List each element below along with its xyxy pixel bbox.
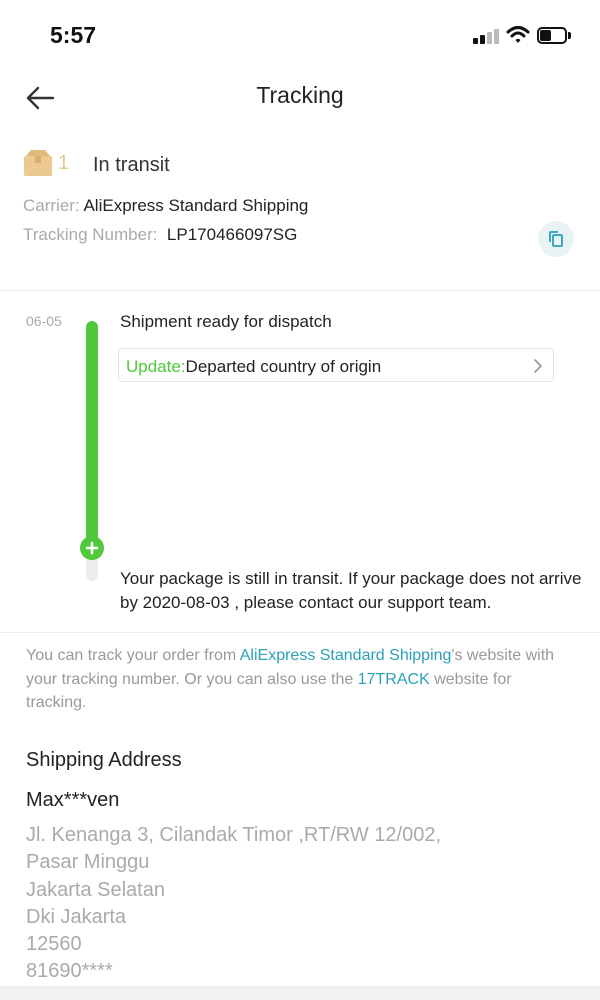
divider (0, 632, 600, 633)
shipment-status: In transit (93, 154, 170, 176)
address-line: 12560 (26, 933, 82, 956)
bottom-bar (0, 986, 600, 1000)
progress-marker (80, 536, 104, 560)
carrier-website-link[interactable]: AliExpress Standard Shipping (240, 647, 452, 664)
event-date: 06-05 (26, 313, 62, 329)
address-lines: Jl. Kenanga 3, Cilandak Timor ,RT/RW 12/… (26, 822, 441, 986)
info-text: You can track your order from (26, 647, 240, 664)
address-line: Pasar Minggu (26, 851, 150, 874)
package-box-icon (23, 149, 53, 177)
status-time: 5:57 (50, 22, 97, 48)
status-bar: 5:57 (0, 0, 600, 70)
17track-link[interactable]: 17TRACK (358, 671, 430, 688)
shipping-address-heading: Shipping Address (26, 749, 182, 771)
tracking-summary: 1 In transit Carrier: AliExpress Standar… (0, 140, 600, 290)
tracking-timeline: 06-05 Shipment ready for dispatch Update… (0, 291, 600, 631)
event-title: Shipment ready for dispatch (120, 312, 332, 331)
copy-icon (549, 231, 563, 247)
battery-icon (537, 27, 571, 44)
carrier-row: Carrier: AliExpress Standard Shipping (23, 196, 308, 216)
carrier-value: AliExpress Standard Shipping (83, 196, 309, 215)
wifi-icon (506, 25, 530, 45)
package-count: 1 (58, 152, 70, 174)
recipient-name: Max***ven (26, 789, 120, 811)
update-text: Departed country of origin (185, 357, 382, 376)
address-line: Dki Jakarta (26, 905, 127, 928)
page-title: Tracking (256, 82, 344, 108)
update-row[interactable]: Update:Departed country of origin (118, 348, 554, 382)
address-line: Jakarta Selatan (26, 878, 165, 901)
progress-fill (86, 321, 98, 547)
top-nav: Tracking (0, 70, 600, 126)
address-line: 81690**** (26, 960, 113, 983)
update-label: Update: (126, 357, 186, 376)
tracking-number-value[interactable]: LP170466097SG (167, 225, 297, 244)
tracking-number-label: Tracking Number: (23, 225, 158, 244)
tracking-info-text: You can track your order from AliExpress… (26, 644, 566, 715)
chevron-right-icon (534, 359, 542, 373)
transit-note: Your package is still in transit. If you… (120, 569, 582, 612)
plus-icon (85, 541, 99, 555)
tracking-number-row: Tracking Number: LP170466097SG (23, 225, 297, 245)
carrier-label: Carrier: (23, 196, 80, 215)
signal-icon (473, 28, 501, 44)
address-line: Jl. Kenanga 3, Cilandak Timor ,RT/RW 12/… (26, 824, 442, 846)
copy-tracking-button[interactable] (538, 221, 574, 257)
